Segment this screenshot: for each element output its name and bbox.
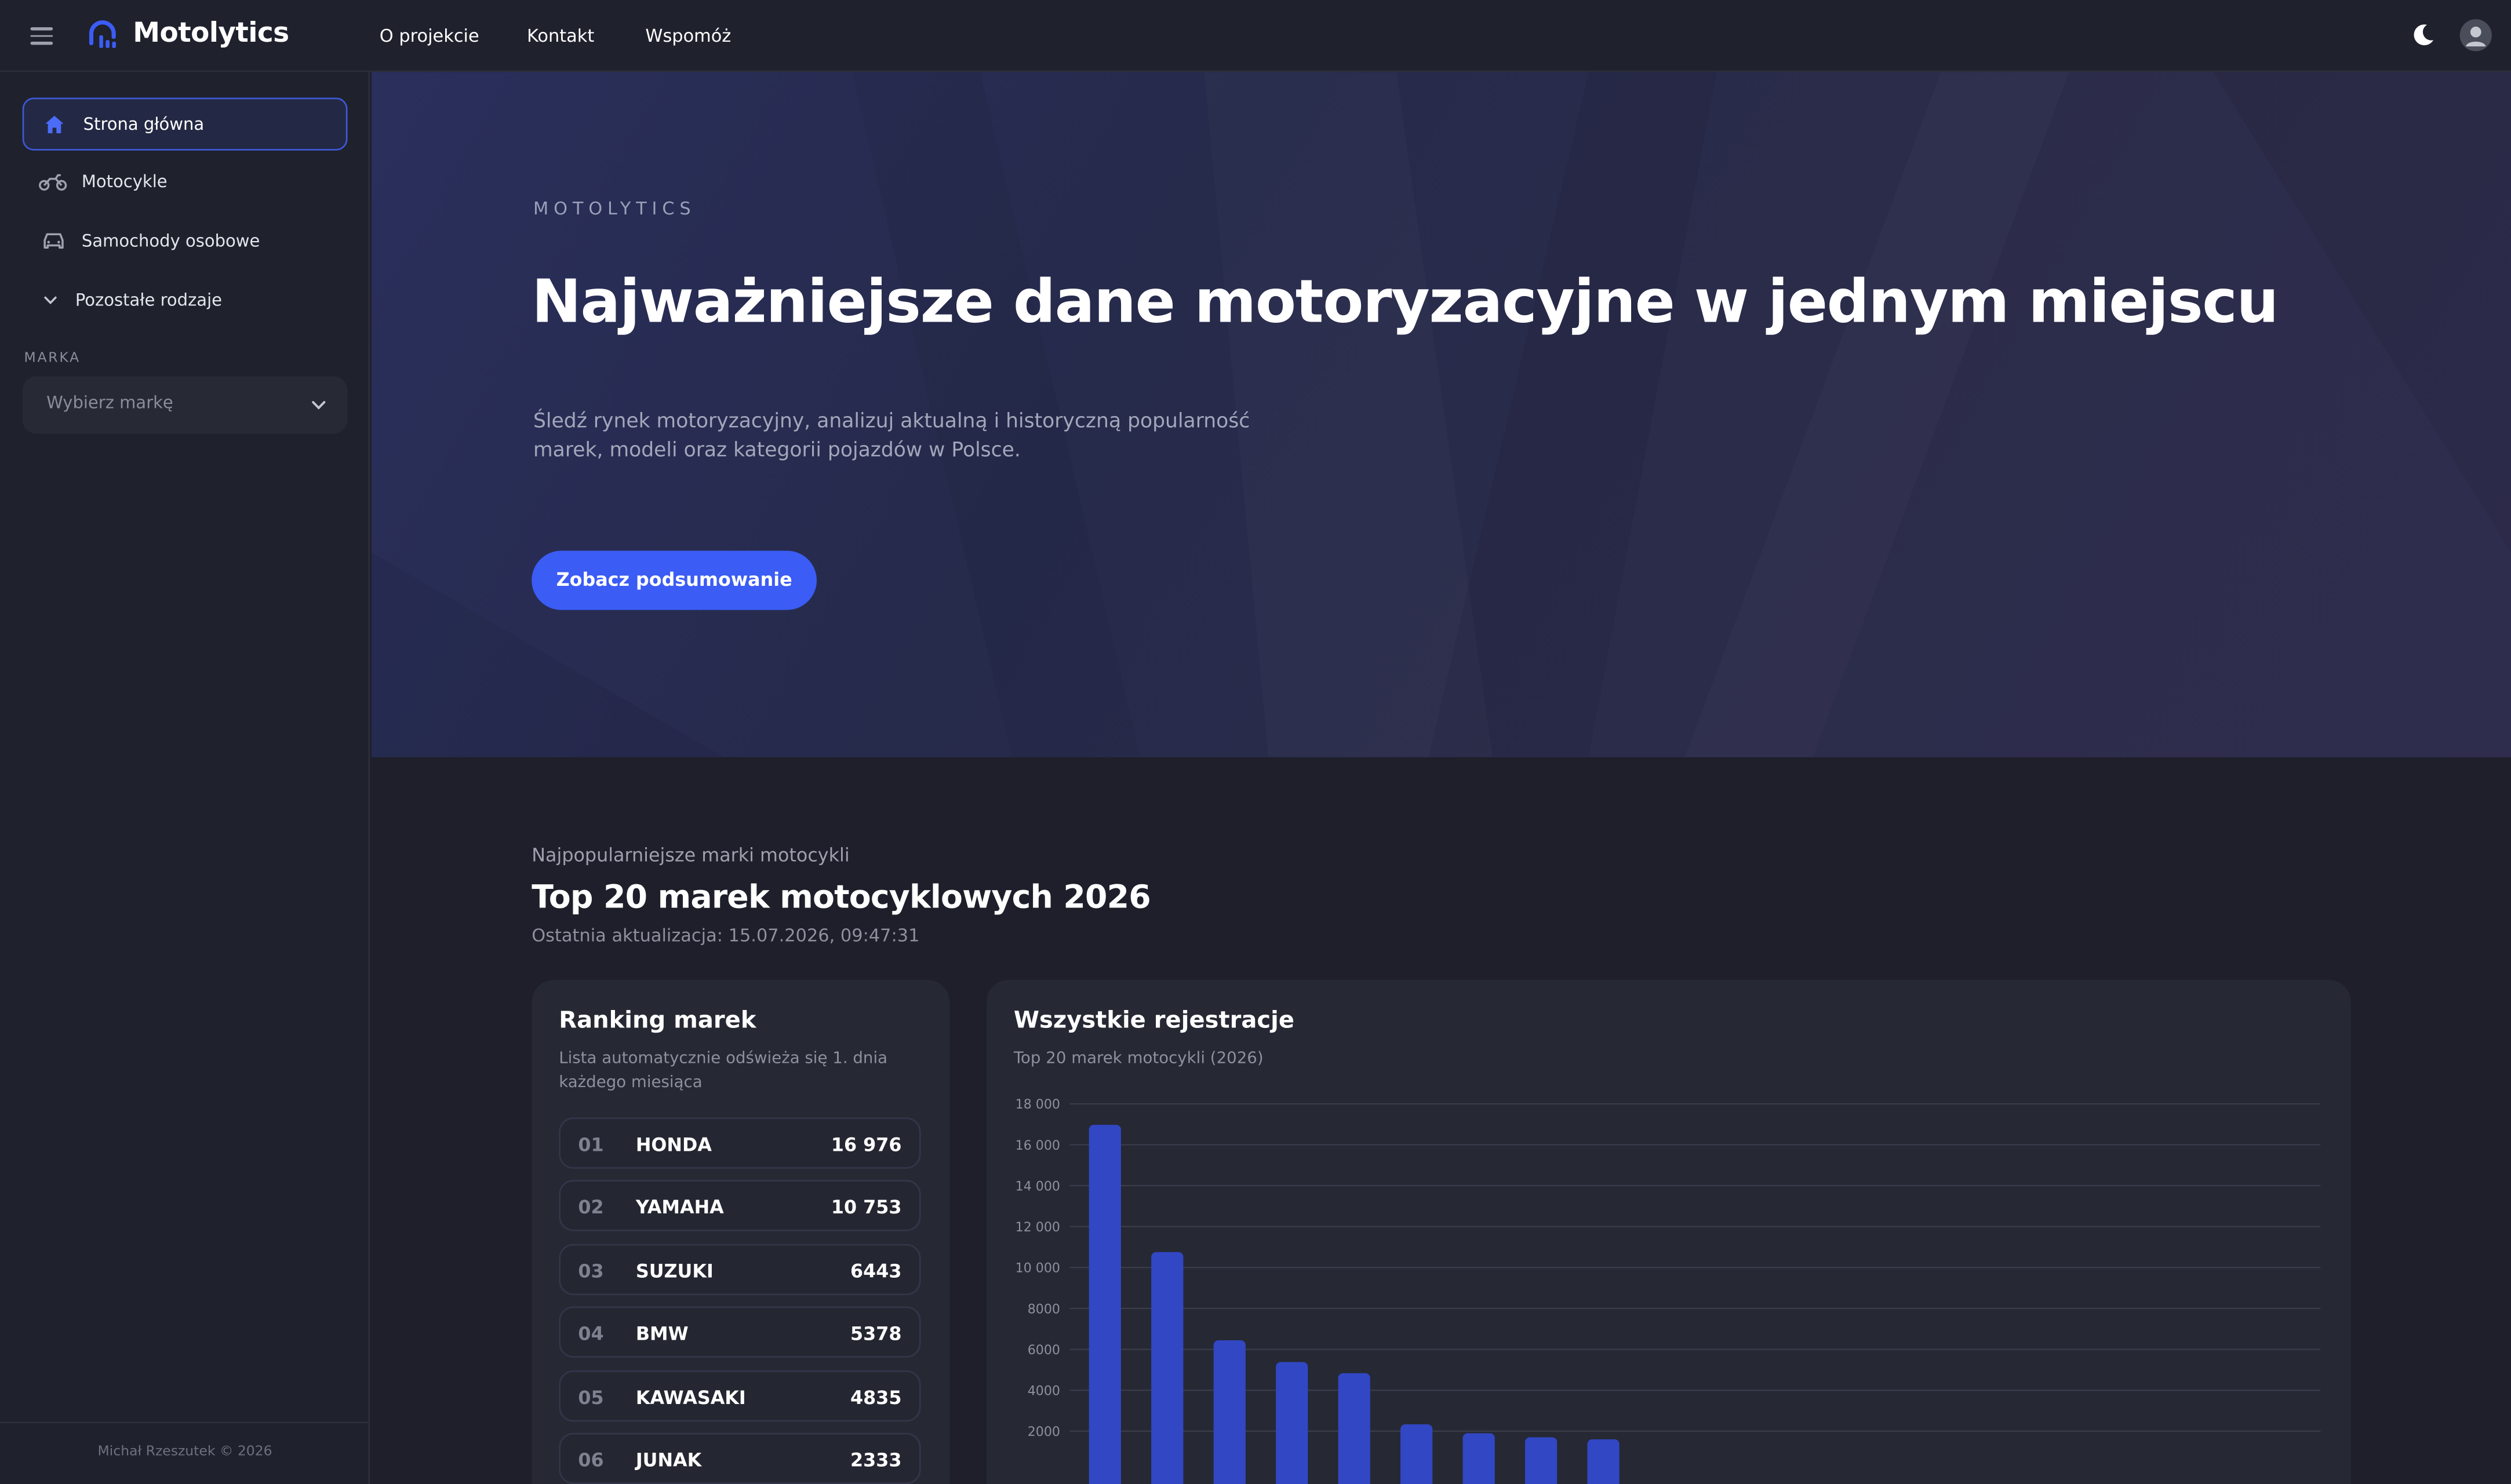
brand-name: HONDA	[635, 1133, 712, 1156]
y-tick-label: 4000	[1028, 1383, 1060, 1398]
y-tick-label: 18 000	[1016, 1097, 1060, 1112]
ranking-subtitle-line: każdego miesiąca	[559, 1074, 703, 1092]
chart-bar[interactable]	[1151, 1252, 1184, 1484]
chart-card: Wszystkie rejestracje Top 20 marek motoc…	[986, 979, 2351, 1484]
registration-count: 4835	[850, 1385, 902, 1409]
moon-icon[interactable]	[2410, 23, 2436, 48]
brand-name: SUZUKI	[635, 1259, 714, 1282]
y-tick-label: 10 000	[1016, 1261, 1060, 1276]
y-tick-label: 2000	[1028, 1424, 1060, 1439]
y-tick-label: 16 000	[1016, 1138, 1060, 1153]
nav-contact[interactable]: Kontakt	[527, 25, 594, 46]
rank-number: 06	[578, 1449, 604, 1472]
ranking-row[interactable]: 03 SUZUKI 6443	[559, 1244, 921, 1295]
registration-count: 10 753	[831, 1196, 902, 1219]
section-kicker: Najpopularniejsze marki motocykli	[532, 843, 850, 866]
registration-count: 16 976	[831, 1133, 902, 1156]
ranking-row[interactable]: 02 YAMAHA 10 753	[559, 1180, 921, 1232]
chart-bar[interactable]	[1213, 1340, 1246, 1484]
ranking-card: Ranking marek Lista automatycznie odświe…	[532, 979, 950, 1484]
ranking-row[interactable]: 06 JUNAK 2333	[559, 1432, 921, 1484]
app-name[interactable]: Motolytics	[133, 17, 289, 49]
brand-name: BMW	[635, 1322, 689, 1346]
ranking-row[interactable]: 01 HONDA 16 976	[559, 1117, 921, 1169]
nav-support[interactable]: Wspomóż	[645, 25, 731, 46]
chevron-down-icon	[35, 286, 64, 315]
rank-number: 01	[578, 1133, 604, 1156]
avatar[interactable]	[2459, 19, 2492, 52]
sidebar-item-label: Motocykle	[81, 172, 168, 192]
sidebar-item-home[interactable]: Strona główna	[22, 97, 348, 151]
nav-about[interactable]: O projekcie	[380, 25, 479, 46]
top-bar: Motolytics O projekcie Kontakt Wspomóż	[0, 0, 2511, 72]
rank-number: 04	[578, 1322, 604, 1346]
y-tick-label: 12 000	[1016, 1220, 1060, 1235]
app-root: Motolytics O projekcie Kontakt Wspomóż S…	[0, 0, 2511, 1484]
summary-button[interactable]: Zobacz podsumowanie	[532, 550, 817, 610]
logo-icon	[89, 20, 117, 48]
sidebar-item-motorcycles[interactable]: Motocykle	[23, 155, 348, 208]
y-tick-label: 14 000	[1016, 1179, 1060, 1194]
rank-number: 02	[578, 1196, 604, 1219]
chart-bar[interactable]	[1587, 1439, 1620, 1484]
car-icon	[38, 227, 67, 256]
rank-number: 05	[578, 1385, 604, 1409]
chevron-down-icon	[312, 401, 326, 410]
brand-name: YAMAHA	[635, 1196, 724, 1219]
chart-bar[interactable]	[1462, 1433, 1495, 1484]
brand-name: JUNAK	[635, 1449, 702, 1472]
registration-count: 5378	[850, 1322, 902, 1346]
sidebar-item-label: Samochody osobowe	[81, 231, 260, 251]
sidebar-item-label: Pozostałe rodzaje	[75, 290, 222, 310]
ranking-row[interactable]: 04 BMW 5378	[559, 1306, 921, 1358]
home-icon	[40, 110, 69, 138]
registration-count: 6443	[850, 1259, 902, 1282]
brand-name: KAWASAKI	[635, 1385, 746, 1409]
user-icon	[2466, 26, 2486, 47]
ranking-row[interactable]: 05 KAWASAKI 4835	[559, 1369, 921, 1421]
bar-chart: 18 000 16 000 14 000 12 000 10 000 8000 6000 40…	[1016, 1097, 2321, 1484]
sidebar-item-other-types[interactable]: Pozostałe rodzaje	[23, 274, 348, 326]
sidebar-item-cars[interactable]: Samochody osobowe	[23, 214, 348, 267]
sidebar-item-label: Strona główna	[83, 114, 205, 134]
chart-bar[interactable]	[1338, 1373, 1370, 1484]
chart-bar[interactable]	[1276, 1362, 1308, 1484]
ranking-title: Ranking marek	[559, 1008, 756, 1034]
sidebar-footer: Michał Rzeszutek © 2026	[0, 1421, 370, 1484]
ranking-subtitle-line: Lista automatycznie odświeża się 1. dnia	[559, 1050, 888, 1068]
y-tick-label: 6000	[1028, 1343, 1060, 1358]
hero-banner: MOTOLYTICS Najważniejsze dane motoryzacy…	[371, 72, 2511, 757]
hero-title: Najważniejsze dane motoryzacyjne w jedny…	[532, 267, 2279, 337]
brand-select[interactable]: Wybierz markę	[22, 376, 348, 434]
y-tick-label: 8000	[1028, 1301, 1060, 1317]
brand-select-placeholder: Wybierz markę	[46, 393, 173, 413]
sidebar: Strona główna Motocykle Samochody osobow…	[0, 72, 370, 1484]
ranking-subtitle: Lista automatycznie odświeża się 1. dnia…	[559, 1047, 887, 1095]
motorcycle-icon	[38, 167, 67, 196]
registration-count: 2333	[850, 1449, 902, 1472]
menu-icon[interactable]	[30, 27, 53, 45]
brand-section-label: MARKA	[24, 351, 81, 367]
hero-subtitle: Śledź rynek motoryzacyjny, analizuj aktu…	[533, 408, 1250, 461]
last-updated: Ostatnia aktualizacja: 15.07.2026, 09:47…	[532, 925, 920, 946]
chart-bar[interactable]	[1525, 1437, 1557, 1484]
hero-kicker: MOTOLYTICS	[533, 198, 696, 220]
rank-number: 03	[578, 1259, 604, 1282]
copyright: Michał Rzeszutek © 2026	[97, 1444, 272, 1460]
chart-bar[interactable]	[1400, 1424, 1433, 1484]
section-title: Top 20 marek motocyklowych 2026	[532, 877, 1151, 916]
chart-bar[interactable]	[1089, 1125, 1121, 1484]
